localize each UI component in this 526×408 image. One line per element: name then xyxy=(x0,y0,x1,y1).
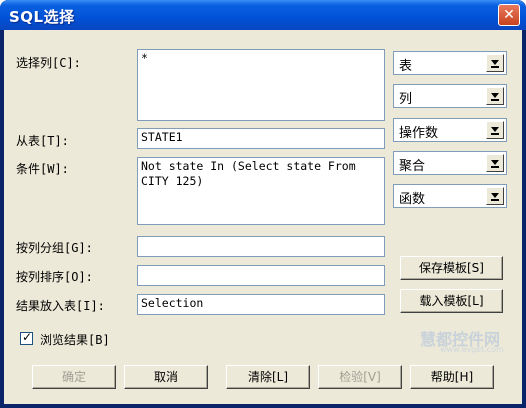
watermark-url: www.evget.com xyxy=(440,345,504,354)
result-table-label: 结果放入表[I]: xyxy=(16,299,105,313)
order-by-input[interactable] xyxy=(137,265,385,286)
aggregate-combo-value: 聚合 xyxy=(399,159,426,174)
condition-label: 条件[W]: xyxy=(16,162,69,176)
help-button[interactable]: 帮助[H] xyxy=(410,365,494,389)
order-by-label: 按列排序[O]: xyxy=(16,270,93,284)
dialog-title: SQL选择 xyxy=(9,8,75,26)
clear-button[interactable]: 清除[L] xyxy=(226,365,310,389)
dropdown-arrow-icon[interactable] xyxy=(486,54,504,72)
title-bar[interactable]: SQL选择 ✕ xyxy=(0,0,526,30)
result-table-input[interactable]: Selection xyxy=(137,294,385,315)
load-template-button[interactable]: 载入模板[L] xyxy=(400,289,503,313)
group-by-label: 按列分组[G]: xyxy=(16,241,93,255)
table-combo-value: 表 xyxy=(399,59,413,74)
browse-results-checkbox[interactable]: ✓ xyxy=(20,330,33,345)
dropdown-arrow-icon[interactable] xyxy=(486,187,504,205)
function-combo[interactable]: 函数 xyxy=(393,184,507,208)
sql-select-dialog: SQL选择 ✕ 选择列[C]: 从表[T]: 条件[W]: 按列分组[G]: 按… xyxy=(0,0,526,408)
close-icon: ✕ xyxy=(503,7,515,23)
dropdown-arrow-icon[interactable] xyxy=(486,154,504,172)
function-combo-value: 函数 xyxy=(399,192,426,207)
from-table-label: 从表[T]: xyxy=(16,134,69,148)
aggregate-combo[interactable]: 聚合 xyxy=(393,151,507,175)
dialog-body: 选择列[C]: 从表[T]: 条件[W]: 按列分组[G]: 按列排序[O]: … xyxy=(4,30,522,404)
operator-combo[interactable]: 操作数 xyxy=(393,118,507,142)
close-button[interactable]: ✕ xyxy=(498,4,520,26)
cancel-button[interactable]: 取消 xyxy=(124,365,208,389)
table-combo[interactable]: 表 xyxy=(393,51,507,75)
verify-button[interactable]: 检验[V] xyxy=(318,365,402,389)
select-columns-label: 选择列[C]: xyxy=(16,56,81,70)
column-combo[interactable]: 列 xyxy=(393,84,507,108)
checkmark-icon: ✓ xyxy=(22,330,33,344)
browse-results-label[interactable]: 浏览结果[B] xyxy=(40,331,110,348)
condition-input[interactable]: Not state In (Select state From CITY 125… xyxy=(137,157,385,225)
group-by-input[interactable] xyxy=(137,236,385,257)
dropdown-arrow-icon[interactable] xyxy=(486,87,504,105)
operator-combo-value: 操作数 xyxy=(399,126,439,141)
from-table-input[interactable]: STATE1 xyxy=(137,128,385,149)
column-combo-value: 列 xyxy=(399,92,413,107)
ok-button[interactable]: 确定 xyxy=(32,365,116,389)
save-template-button[interactable]: 保存模板[S] xyxy=(400,256,503,280)
dropdown-arrow-icon[interactable] xyxy=(486,121,504,139)
select-columns-input[interactable]: * xyxy=(137,49,385,121)
